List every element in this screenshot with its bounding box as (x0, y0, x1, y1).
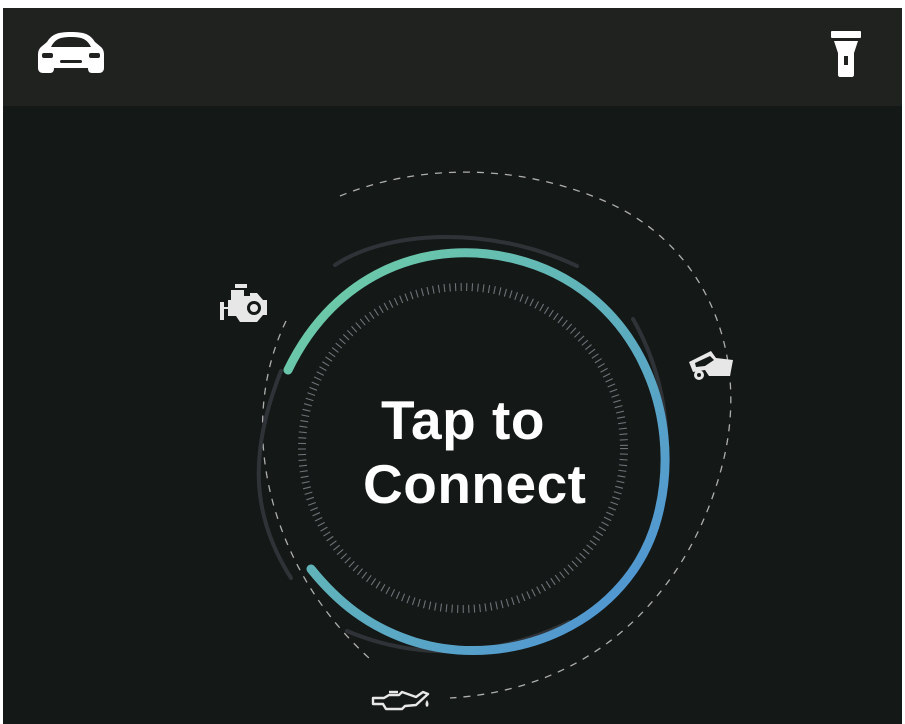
flashlight-icon[interactable] (831, 31, 861, 77)
engine-check-icon (220, 284, 267, 322)
car-icon[interactable] (38, 32, 104, 74)
connect-label-line-2: Connect (363, 453, 587, 515)
tap-to-connect-label: Tap to Connect (363, 388, 587, 516)
oil-can-icon (371, 690, 430, 711)
connect-dial: Tap to Connect (183, 168, 743, 724)
app-screen: Tap to Connect (0, 0, 905, 724)
connection-screen: Tap to Connect (3, 8, 902, 724)
connect-label-line-1: Tap to (381, 389, 545, 451)
top-bar (3, 8, 902, 106)
tap-to-connect-button[interactable]: Tap to Connect (299, 284, 627, 612)
